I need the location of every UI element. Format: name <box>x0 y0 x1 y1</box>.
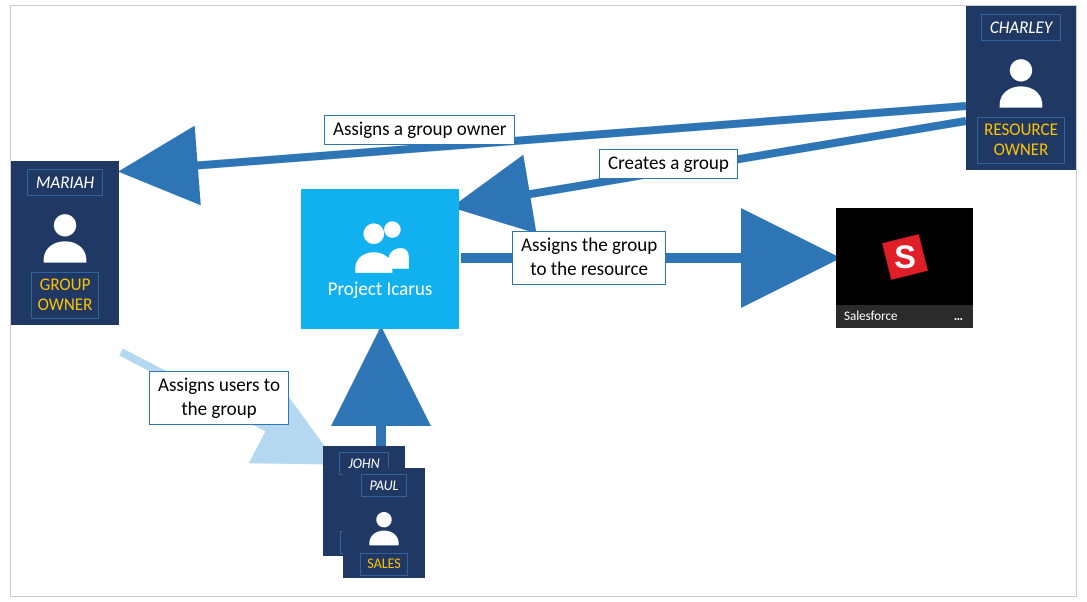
diagram-canvas: CHARLEY RESOURCEOWNER MARIAH GROUPOWNER … <box>10 5 1077 597</box>
person-charley: CHARLEY RESOURCEOWNER <box>966 6 1076 170</box>
label-create-group: Creates a group <box>599 149 738 179</box>
person-role: GROUPOWNER <box>31 272 100 319</box>
person-name: CHARLEY <box>981 14 1061 41</box>
person-paul: PAUL SALES <box>343 468 425 578</box>
group-icon <box>347 214 413 274</box>
user-icon <box>989 49 1053 113</box>
salesforce-icon: S <box>836 208 973 305</box>
group-label: Project Icarus <box>328 278 433 301</box>
resource-tile: S Salesforce … <box>836 208 973 328</box>
user-icon <box>33 204 97 268</box>
label-assign-group: Assigns the group to the resource <box>512 231 666 285</box>
person-role: SALES <box>360 553 407 576</box>
person-mariah: MARIAH GROUPOWNER <box>11 161 119 325</box>
user-icon <box>362 505 406 549</box>
group-tile: Project Icarus <box>301 189 459 329</box>
person-role: RESOURCEOWNER <box>977 117 1065 164</box>
more-icon[interactable]: … <box>954 309 965 324</box>
svg-text:S: S <box>894 238 916 274</box>
person-name: PAUL <box>361 474 408 497</box>
label-assign-users: Assigns users to the group <box>149 371 289 425</box>
resource-label: Salesforce <box>844 309 897 324</box>
person-name: MARIAH <box>27 169 103 196</box>
label-assign-owner: Assigns a group owner <box>324 115 515 145</box>
